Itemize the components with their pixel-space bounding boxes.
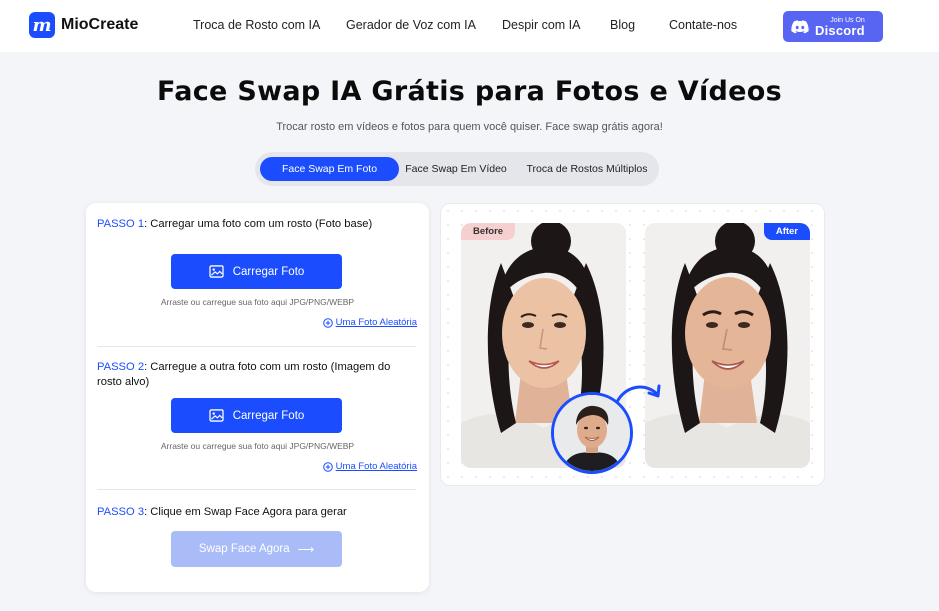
divider: [97, 489, 416, 490]
swapped-portrait-image: [645, 223, 810, 468]
nav-item-face-swap[interactable]: Troca de Rosto com IA: [193, 18, 320, 32]
step-3-text: : Clique em Swap Face Agora para gerar: [144, 506, 347, 518]
tab-photo-face-swap[interactable]: Face Swap Em Foto: [260, 157, 399, 181]
steps-card: PASSO 1: Carregar uma foto com um rosto …: [86, 203, 429, 592]
discord-button[interactable]: Join Us On Discord: [783, 11, 883, 42]
step-1-text: : Carregar uma foto com um rosto (Foto b…: [144, 218, 373, 230]
tab-video-face-swap[interactable]: Face Swap Em Vídeo: [401, 157, 511, 181]
divider: [97, 346, 416, 347]
top-nav-bar: m MioCreate Troca de Rosto com IA Gerado…: [0, 0, 939, 52]
step-3-label: PASSO 3: Clique em Swap Face Agora para …: [97, 505, 417, 520]
mode-tabs: Face Swap Em Foto Face Swap Em Vídeo Tro…: [255, 152, 659, 186]
nav-item-undress[interactable]: Despir com IA: [502, 18, 581, 32]
upload-base-photo-label: Carregar Foto: [232, 265, 305, 278]
step-1-label: PASSO 1: Carregar uma foto com um rosto …: [97, 217, 417, 232]
after-photo: After: [645, 223, 810, 468]
upload-hint-1: Arraste ou carregue sua foto aqui JPG/PN…: [160, 297, 355, 307]
before-badge: Before: [461, 223, 516, 240]
step-1-number: PASSO 1: [97, 218, 145, 230]
random-photo-link-2-text: Uma Foto Aleatória: [335, 461, 417, 472]
image-icon: [209, 409, 224, 422]
image-icon: [209, 265, 224, 278]
after-badge: After: [763, 223, 810, 240]
nav-item-contact[interactable]: Contate-nos: [669, 18, 737, 32]
target-face-thumbnail: [551, 392, 633, 474]
discord-big-text: Discord: [815, 22, 865, 38]
plus-circle-icon: [322, 461, 333, 472]
nav-item-blog[interactable]: Blog: [610, 18, 635, 32]
page-title: Face Swap IA Grátis para Fotos e Vídeos: [157, 76, 782, 107]
upload-base-photo-button[interactable]: Carregar Foto: [171, 254, 342, 289]
discord-icon: [791, 19, 809, 33]
plus-circle-icon: [322, 317, 333, 328]
step-2-number: PASSO 2: [97, 361, 145, 373]
before-after-preview: Before After: [440, 203, 825, 486]
page-subtitle: Trocar rosto em vídeos e fotos para quem…: [276, 121, 663, 133]
swap-face-now-label: Swap Face Agora: [198, 543, 290, 555]
tab-multiple-face-swap[interactable]: Troca de Rostos Múltiplos: [517, 157, 657, 181]
step-2-label: PASSO 2: Carregue a outra foto com um ro…: [97, 360, 417, 390]
nav-item-voice-generator[interactable]: Gerador de Voz com IA: [346, 18, 476, 32]
step-3-number: PASSO 3: [97, 506, 145, 518]
swap-face-now-button[interactable]: Swap Face Agora ⟶: [171, 531, 342, 567]
man-portrait-image: [554, 395, 630, 471]
random-photo-link-2[interactable]: Uma Foto Aleatória: [322, 461, 417, 472]
upload-hint-2: Arraste ou carregue sua foto aqui JPG/PN…: [160, 441, 355, 451]
arrow-right-icon: ⟶: [297, 544, 315, 556]
upload-target-photo-label: Carregar Foto: [232, 409, 305, 422]
random-photo-link-1[interactable]: Uma Foto Aleatória: [322, 317, 417, 328]
random-photo-link-1-text: Uma Foto Aleatória: [335, 317, 417, 328]
upload-target-photo-button[interactable]: Carregar Foto: [171, 398, 342, 433]
